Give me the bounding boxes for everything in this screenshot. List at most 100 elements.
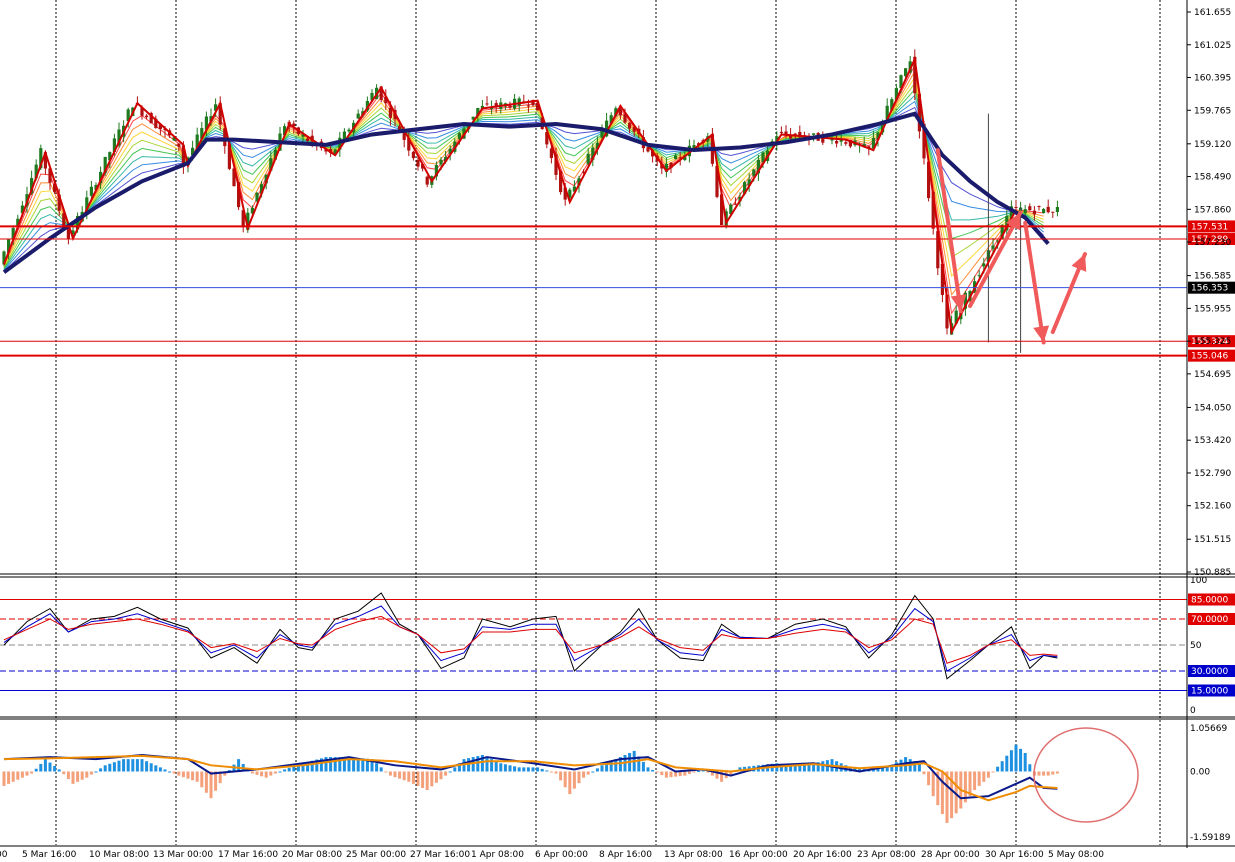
candle-body <box>1051 211 1055 213</box>
macd-histogram-bar <box>444 771 448 776</box>
macd-histogram-bar <box>1009 750 1013 772</box>
x-tick-label: 28 Apr 00:00 <box>921 850 980 860</box>
price-level-tag: 157.531 <box>1188 220 1235 233</box>
macd-histogram-bar <box>549 771 553 773</box>
macd-histogram-bar <box>154 765 158 772</box>
macd-histogram-bar <box>85 771 89 778</box>
macd-histogram-bar <box>11 771 15 782</box>
stoch-y-tick-label: 100 <box>1190 576 1207 586</box>
y-tick-label: 154.695 <box>1194 370 1231 380</box>
macd-histogram-bar <box>204 771 208 793</box>
x-tick-label: 5 May 08:00 <box>1048 850 1104 860</box>
macd-histogram-bar <box>513 766 517 772</box>
macd-histogram-bar <box>683 771 687 776</box>
macd-histogram-bar <box>43 759 47 772</box>
stoch-level-tag: 70.0000 <box>1188 613 1235 625</box>
candle-body <box>1032 210 1036 215</box>
candle-body <box>835 140 839 144</box>
macd-histogram-bar <box>563 771 567 788</box>
macd-histogram-bar <box>448 771 452 773</box>
macd-histogram-bar <box>260 771 264 777</box>
macd-histogram-bar <box>821 761 825 772</box>
macd-histogram-bar <box>692 771 696 773</box>
stoch-level-label: 70.0000 <box>1191 615 1228 625</box>
stoch-level-tag: 30.0000 <box>1188 665 1235 677</box>
candle-body <box>779 131 783 133</box>
macd-histogram-bar <box>439 771 443 780</box>
macd-histogram-bar <box>214 771 218 791</box>
macd-histogram-bar <box>278 771 282 773</box>
x-tick-label: 27 Mar 16:00 <box>410 850 470 860</box>
candle-body <box>812 133 816 135</box>
x-tick-label: 23 Apr 08:00 <box>857 850 916 860</box>
macd-histogram-bar <box>89 771 93 775</box>
macd-histogram-bar <box>131 759 135 772</box>
macd-histogram-bar <box>1000 761 1004 772</box>
macd-histogram-bar <box>209 771 213 799</box>
macd-histogram-bar <box>996 766 1000 772</box>
macd-histogram-bar <box>559 771 563 781</box>
y-tick-label: 156.585 <box>1194 272 1231 282</box>
macd-histogram-bar <box>379 767 383 772</box>
macd-histogram-bar <box>577 771 581 784</box>
y-tick-label: 161.025 <box>1194 41 1231 51</box>
x-tick-label: 00 <box>0 850 8 860</box>
candle-body <box>674 155 678 160</box>
macd-histogram-bar <box>283 769 287 772</box>
macd-histogram-bar <box>425 771 429 791</box>
macd-histogram-bar <box>471 757 475 772</box>
candle-body <box>89 186 93 196</box>
macd-histogram-bar <box>53 765 57 772</box>
y-tick-label: 158.490 <box>1194 173 1231 183</box>
price-level-label: 156.353 <box>1191 284 1228 294</box>
x-tick-label: 10 Mar 08:00 <box>89 850 149 860</box>
macd-histogram-bar <box>103 765 107 772</box>
trading-chart[interactable]: 157.531157.289156.353155.324155.046 85.0… <box>0 0 1235 862</box>
macd-histogram-bar <box>1037 771 1041 776</box>
macd-histogram-bar <box>269 771 273 776</box>
macd-histogram-bar <box>568 771 572 795</box>
macd-histogram-bar <box>71 771 75 784</box>
macd-histogram-bar <box>126 759 130 772</box>
macd-histogram-bar <box>1019 748 1023 772</box>
macd-histogram-bar <box>1028 764 1032 772</box>
macd-histogram-bar <box>57 769 61 772</box>
macd-histogram-bar <box>34 768 38 772</box>
macd-histogram-bar <box>977 771 981 786</box>
macd-histogram-bar <box>163 769 167 772</box>
macd-histogram-bar <box>375 763 379 772</box>
macd-histogram-bar <box>135 759 139 772</box>
candle-body <box>526 105 530 107</box>
candle-body <box>177 143 181 147</box>
macd-histogram-bar <box>273 771 277 774</box>
macd-histogram-bar <box>388 771 392 776</box>
macd-histogram-bar <box>554 771 558 774</box>
stoch-level-label: 30.0000 <box>1191 667 1228 677</box>
macd-histogram-bar <box>600 765 604 772</box>
macd-y-tick-label: -1.59189 <box>1190 833 1231 843</box>
candle-body <box>982 263 986 267</box>
macd-histogram-bar <box>945 771 949 823</box>
macd-histogram-bar <box>499 763 503 772</box>
macd-histogram-bar <box>62 771 66 775</box>
candle-body <box>425 176 429 185</box>
macd-histogram-bar <box>434 771 438 783</box>
macd-histogram-bar <box>1023 752 1027 772</box>
stoch-level-label: 85.0000 <box>1191 596 1228 606</box>
macd-histogram-bar <box>20 771 24 778</box>
macd-histogram-bar <box>416 771 420 786</box>
candle-body <box>1046 206 1050 213</box>
macd-histogram-bar <box>660 771 664 776</box>
macd-histogram-bar <box>48 762 52 772</box>
macd-histogram-bar <box>931 771 935 797</box>
macd-histogram-bar <box>421 771 425 788</box>
macd-histogram-bar <box>940 771 944 815</box>
macd-histogram-bar <box>655 771 659 773</box>
macd-histogram-bar <box>586 771 590 775</box>
macd-histogram-bar <box>287 767 291 772</box>
x-tick-label: 8 Apr 16:00 <box>599 850 652 860</box>
x-tick-label: 16 Apr 00:00 <box>729 850 788 860</box>
macd-histogram-bar <box>264 771 268 778</box>
candle-body <box>1028 206 1032 211</box>
macd-histogram-bar <box>1042 771 1046 776</box>
